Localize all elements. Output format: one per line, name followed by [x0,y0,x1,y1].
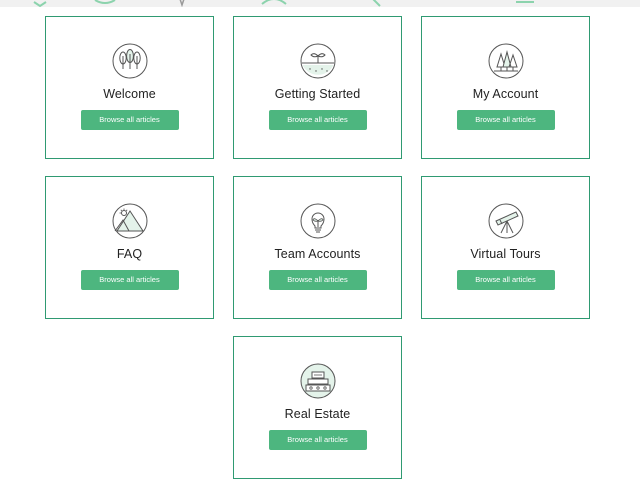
lightbulb-plant-icon [300,203,336,239]
browse-articles-button[interactable]: Browse all articles [268,110,367,130]
card-title: My Account [472,87,539,101]
telescope-icon [488,203,524,239]
card-title: Getting Started [274,87,361,101]
card-title: Real Estate [284,407,351,421]
category-card-team-accounts[interactable]: Team Accounts Browse all articles [233,176,402,319]
card-title: Welcome [103,87,156,101]
browse-articles-button[interactable]: Browse all articles [80,270,179,290]
trees-icon [112,43,148,79]
category-card-welcome[interactable]: Welcome Browse all articles [45,16,214,159]
category-card-my-account[interactable]: My Account Browse all articles [421,16,590,159]
browse-articles-button[interactable]: Browse all articles [268,430,367,450]
category-card-faq[interactable]: FAQ Browse all articles [45,176,214,319]
header-decoration-strip [0,0,640,7]
category-card-getting-started[interactable]: Getting Started Browse all articles [233,16,402,159]
category-card-real-estate[interactable]: Real Estate Browse all articles [233,336,402,479]
card-title: Team Accounts [274,247,361,261]
browse-articles-button[interactable]: Browse all articles [268,270,367,290]
browse-articles-button[interactable]: Browse all articles [456,270,555,290]
browse-articles-button[interactable]: Browse all articles [456,110,555,130]
browse-articles-button[interactable]: Browse all articles [80,110,179,130]
sprout-icon [300,43,336,79]
card-title: Virtual Tours [470,247,541,261]
decorative-doodles-icon [33,0,534,7]
card-title: FAQ [116,247,143,261]
house-icon [300,363,336,399]
forest-icon [488,43,524,79]
category-card-virtual-tours[interactable]: Virtual Tours Browse all articles [421,176,590,319]
mountain-icon [112,203,148,239]
